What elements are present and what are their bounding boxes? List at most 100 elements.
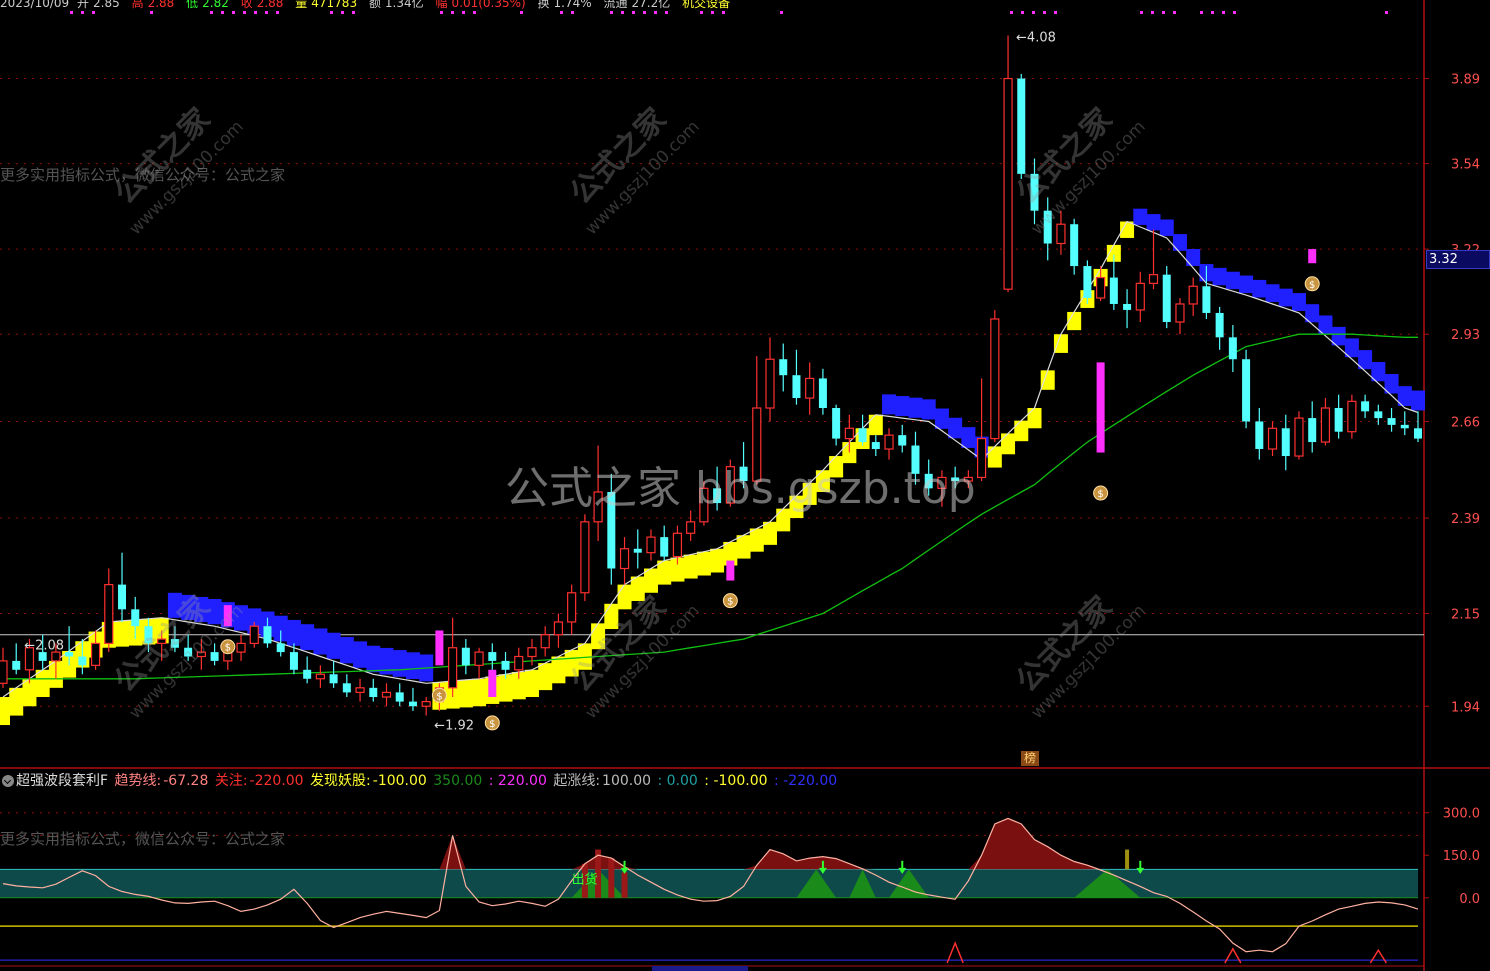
trend-band-step <box>868 414 883 436</box>
indicator-tick-label: 300.0 <box>1443 807 1480 822</box>
candle-body <box>1109 277 1118 304</box>
money-bag-symbol: $ <box>1097 489 1103 500</box>
candle-body <box>580 521 590 594</box>
top-signal-dot <box>700 11 703 14</box>
top-signal-dot <box>1140 11 1143 14</box>
float-label: 流通 <box>603 0 628 10</box>
candle <box>1083 260 1092 304</box>
candle-body <box>90 642 101 666</box>
candle-body <box>315 673 325 680</box>
magenta-signal-candle <box>1096 362 1105 453</box>
trend-band-step <box>683 554 698 579</box>
trend-band-step <box>1014 420 1029 442</box>
candle-body <box>1308 418 1317 443</box>
demon-value: -100.00 <box>372 773 427 789</box>
trend-band-step <box>1146 214 1161 231</box>
candle <box>488 643 497 670</box>
price-annotation: ←1.92 <box>434 719 474 734</box>
candle <box>249 621 259 648</box>
top-signal-dot <box>1162 11 1165 14</box>
candle-body <box>1135 282 1145 311</box>
candle-body <box>289 652 298 670</box>
money-bag-icon: $ <box>484 715 500 731</box>
candle-body <box>646 536 656 554</box>
collapse-icon[interactable] <box>2 775 14 787</box>
high-value: 2.88 <box>147 0 175 10</box>
candle <box>474 647 484 679</box>
candle-body <box>0 660 8 684</box>
top-signal-dot <box>520 11 523 14</box>
candle-body <box>1347 400 1357 433</box>
bang-badge[interactable]: 榜 <box>1021 751 1039 766</box>
trend-band-step <box>339 637 354 664</box>
demon-signal-bar <box>608 858 615 898</box>
candle <box>1320 398 1331 446</box>
trend-band-step <box>286 619 301 646</box>
candle <box>1109 254 1118 310</box>
candle-body <box>1056 223 1066 245</box>
candle <box>448 617 458 697</box>
candle <box>104 568 114 653</box>
candle-body <box>381 691 392 698</box>
candle-body <box>474 651 484 666</box>
candle <box>421 696 431 716</box>
candle-body <box>818 378 827 409</box>
trend-band-step <box>1411 390 1425 411</box>
candle-body <box>779 359 788 376</box>
amount-value: 1.34亿 <box>384 0 424 10</box>
top-signal-dot <box>1173 11 1176 14</box>
top-signal-dot <box>610 11 613 14</box>
price-tick-label: 3.89 <box>1451 73 1480 88</box>
demon-signal-bar <box>621 872 628 898</box>
candle <box>898 424 907 453</box>
top-signal-dot <box>560 11 563 14</box>
value-minus-220: : -220.00 <box>773 773 838 789</box>
amount-label: 额 <box>368 0 381 10</box>
candle-body <box>898 435 907 446</box>
indicator-name[interactable]: 超强波段套利F <box>16 773 108 789</box>
candle <box>553 613 564 648</box>
top-signal-dot <box>150 11 153 14</box>
trend-band-step <box>948 417 963 439</box>
indicator-header: 超强波段套利F 趋势线: -67.28 关注: -220.00 发现妖股: -100.… <box>0 770 839 789</box>
trend-band-step <box>1040 370 1055 390</box>
candle-body <box>78 656 87 666</box>
trend-band-step <box>366 645 381 673</box>
candle-body <box>858 428 867 443</box>
trade-button[interactable]: 机交设备 <box>682 0 730 10</box>
candle-body <box>1255 421 1264 450</box>
candle-body <box>990 318 1000 440</box>
top-signal-dot <box>243 11 246 14</box>
candle-body <box>553 621 564 636</box>
candle-body <box>355 687 365 694</box>
open-value: 2.85 <box>93 0 120 10</box>
money-bag-icon: $ <box>722 593 738 609</box>
money-bag-icon: $ <box>1304 276 1320 292</box>
value-minus-100: : -100.00 <box>704 773 768 789</box>
top-signal-dot <box>276 11 279 14</box>
candle-body <box>1242 359 1251 422</box>
candle <box>355 678 365 702</box>
top-signal-dot <box>722 11 725 14</box>
candle-body <box>65 652 74 657</box>
trend-label: 趋势线: <box>114 773 162 789</box>
trend-band-step <box>895 396 910 417</box>
candle <box>1188 277 1198 316</box>
magenta-signal-candle <box>1308 249 1317 264</box>
trend-band-step <box>961 427 976 448</box>
candle-body <box>329 674 338 684</box>
price-tick-label: 2.39 <box>1451 512 1480 527</box>
candle <box>1361 394 1370 419</box>
candle <box>1308 401 1317 453</box>
close-label: 收 <box>240 0 253 10</box>
money-bag-symbol: $ <box>489 719 495 730</box>
candle-body <box>1387 418 1396 425</box>
top-signal-dot <box>571 11 574 14</box>
candle-body <box>1294 417 1304 457</box>
volume-label: 量 <box>295 0 308 10</box>
candle <box>369 678 378 702</box>
top-signal-dot <box>254 11 257 14</box>
candle-body <box>633 548 642 553</box>
candle-body <box>832 408 841 439</box>
top-signal-dot <box>1385 11 1388 14</box>
